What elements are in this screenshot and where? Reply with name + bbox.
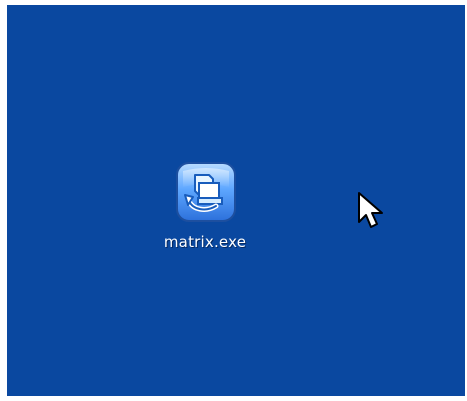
desktop-icon-label[interactable]: matrix.exe	[145, 233, 265, 251]
desktop-icon-matrix-exe[interactable]: matrix.exe	[145, 161, 265, 261]
mouse-pointer-icon	[358, 192, 383, 228]
application-icon[interactable]	[175, 161, 237, 223]
desktop[interactable]: matrix.exe	[7, 5, 465, 396]
